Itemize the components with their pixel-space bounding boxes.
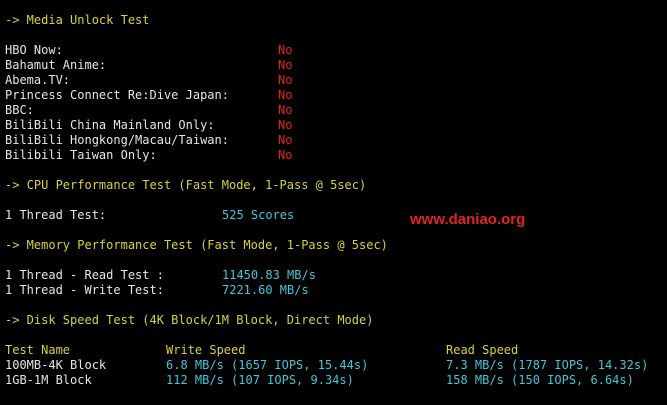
memory-write-label: 1 Thread - Write Test:: [5, 283, 164, 297]
media-label-bilibili-mainland: BiliBili China Mainland Only:: [5, 118, 215, 132]
media-status-bilibili-hk: No: [278, 133, 293, 147]
disk-row-name-4k: 100MB-4K Block: [5, 358, 107, 372]
media-label-princess-connect: Princess Connect Re:Dive Japan:: [5, 88, 229, 102]
media-label-bbc: BBC:: [5, 103, 34, 117]
disk-row-name-1m: 1GB-1M Block: [5, 373, 92, 387]
media-status-bilibili-taiwan: No: [278, 148, 293, 162]
disk-row-write-4k: 6.8 MB/s (1657 IOPS, 15.44s): [166, 358, 369, 372]
memory-test-header: -> Memory Performance Test (Fast Mode, 1…: [5, 238, 388, 252]
media-status-bilibili-mainland: No: [278, 118, 293, 132]
cpu-thread-score: 525 Scores: [222, 208, 295, 222]
disk-row-write-1m: 112 MB/s (107 IOPS, 9.34s): [166, 373, 354, 387]
memory-write-value: 7221.60 MB/s: [222, 283, 309, 297]
media-label-hbo: HBO Now:: [5, 43, 63, 57]
disk-col-test-name: Test Name: [5, 343, 71, 357]
disk-col-read-speed: Read Speed: [446, 343, 519, 357]
disk-row-read-1m: 158 MB/s (150 IOPS, 6.64s): [446, 373, 634, 387]
media-label-bahamut: Bahamut Anime:: [5, 58, 107, 72]
disk-test-header: -> Disk Speed Test (4K Block/1M Block, D…: [5, 313, 374, 327]
media-status-bahamut: No: [278, 58, 293, 72]
media-status-bbc: No: [278, 103, 293, 117]
disk-row-read-4k: 7.3 MB/s (1787 IOPS, 14.32s): [446, 358, 649, 372]
memory-read-value: 11450.83 MB/s: [222, 268, 316, 282]
media-status-princess-connect: No: [278, 88, 293, 102]
memory-read-label: 1 Thread - Read Test :: [5, 268, 164, 282]
terminal-window: -> Media Unlock Test HBO Now: No Bahamut…: [0, 0, 667, 405]
media-label-bilibili-hk: BiliBili Hongkong/Macau/Taiwan:: [5, 133, 229, 147]
media-unlock-header: -> Media Unlock Test: [5, 13, 150, 27]
media-status-abema: No: [278, 73, 293, 87]
media-status-hbo: No: [278, 43, 293, 57]
media-label-abema: Abema.TV:: [5, 73, 71, 87]
cpu-thread-label: 1 Thread Test:: [5, 208, 107, 222]
media-label-bilibili-taiwan: Bilibili Taiwan Only:: [5, 148, 157, 162]
watermark-text: www.daniao.org: [410, 211, 526, 228]
cpu-test-header: -> CPU Performance Test (Fast Mode, 1-Pa…: [5, 178, 367, 192]
disk-col-write-speed: Write Speed: [166, 343, 246, 357]
